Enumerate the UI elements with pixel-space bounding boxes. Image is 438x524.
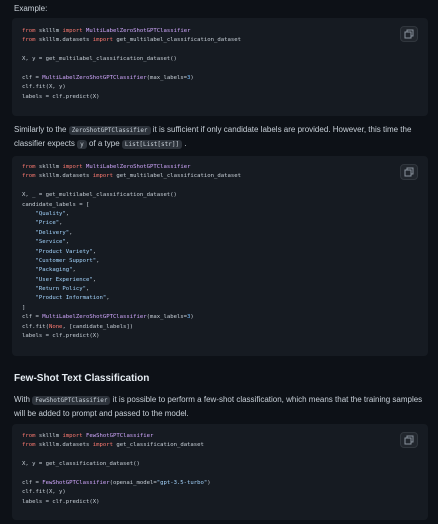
inline-code: FewShotGPTClassifier (32, 396, 111, 405)
copy-button[interactable] (400, 26, 418, 42)
code-line: labels = clf.predict(X) (22, 333, 100, 340)
inline-code: ZeroShotGPTClassifier (68, 126, 151, 135)
code-line: "Quality", (35, 210, 70, 217)
code-line: clf = MultiLabelZeroShotGPTClassifier(ma… (22, 74, 194, 81)
code-line: clf = MultiLabelZeroShotGPTClassifier(ma… (22, 314, 194, 321)
copy-icon (404, 167, 414, 177)
code-line: clf.fit(None, [candidate_labels]) (22, 323, 134, 330)
code-line: "Packaging", (35, 267, 76, 274)
code-line: X, y = get_multilabel_classification_dat… (22, 56, 177, 63)
copy-icon (404, 435, 414, 445)
code-line: from sklllm import FewShotGPTClassifier (22, 433, 154, 439)
code-line: clf.fit(X, y) (22, 489, 66, 496)
paragraph-fewshot: With FewShotGPTClassifier it is possible… (14, 395, 423, 418)
code-line: clf = FewShotGPTClassifier(openai_model=… (22, 479, 211, 486)
code-line: from sklllm.datasets import get_multilab… (22, 37, 241, 44)
code-line: "Customer Support", (35, 257, 100, 264)
code-line: from sklllm import MultiLabelZeroShotGPT… (22, 164, 191, 170)
code-line: "Service", (35, 239, 70, 246)
code-line: clf.fit(X, y) (22, 84, 66, 91)
code-line: labels = clf.predict(X) (22, 93, 100, 100)
code-line: X, y = get_classification_dataset() (22, 461, 140, 468)
code-line: "Product Variety", (35, 248, 97, 255)
code-content: from sklllm import MultiLabelZeroShotGPT… (22, 163, 241, 341)
copy-button[interactable] (400, 164, 418, 180)
code-line: from sklllm.datasets import get_multilab… (22, 173, 241, 180)
code-content: from sklllm import FewShotGPTClassifier f… (22, 432, 211, 507)
code-line: ] (22, 304, 26, 311)
code-content: from sklllm import MultiLabelZeroShotGPT… (22, 27, 241, 102)
code-line: "Price", (35, 220, 63, 227)
inline-code: List[List[str]] (121, 140, 183, 149)
code-line: "User Experience", (35, 276, 97, 283)
code-block-3: from sklllm import FewShotGPTClassifier f… (12, 424, 428, 520)
code-line: "Delivery", (35, 229, 73, 236)
code-line: labels = clf.predict(X) (22, 498, 100, 505)
example-label: Example: (14, 4, 48, 13)
section-title: Few-Shot Text Classification (14, 373, 150, 384)
code-line: "Return Policy", (35, 286, 90, 293)
inline-code: y (77, 140, 87, 149)
code-line: X, _ = get_multilabel_classification_dat… (22, 192, 177, 199)
paragraph-multilabel: Similarly to the ZeroShotGPTClassifier i… (14, 125, 412, 149)
copy-button[interactable] (400, 432, 418, 448)
code-line: "Product Information", (35, 295, 110, 302)
code-line: from sklllm.datasets import get_classifi… (22, 442, 204, 449)
code-block-1: from sklllm import MultiLabelZeroShotGPT… (12, 18, 428, 116)
copy-icon (404, 29, 414, 39)
code-block-2: from sklllm import MultiLabelZeroShotGPT… (12, 156, 428, 356)
code-line: from sklllm import MultiLabelZeroShotGPT… (22, 28, 191, 34)
code-line: candidate_labels = [ (22, 201, 90, 208)
